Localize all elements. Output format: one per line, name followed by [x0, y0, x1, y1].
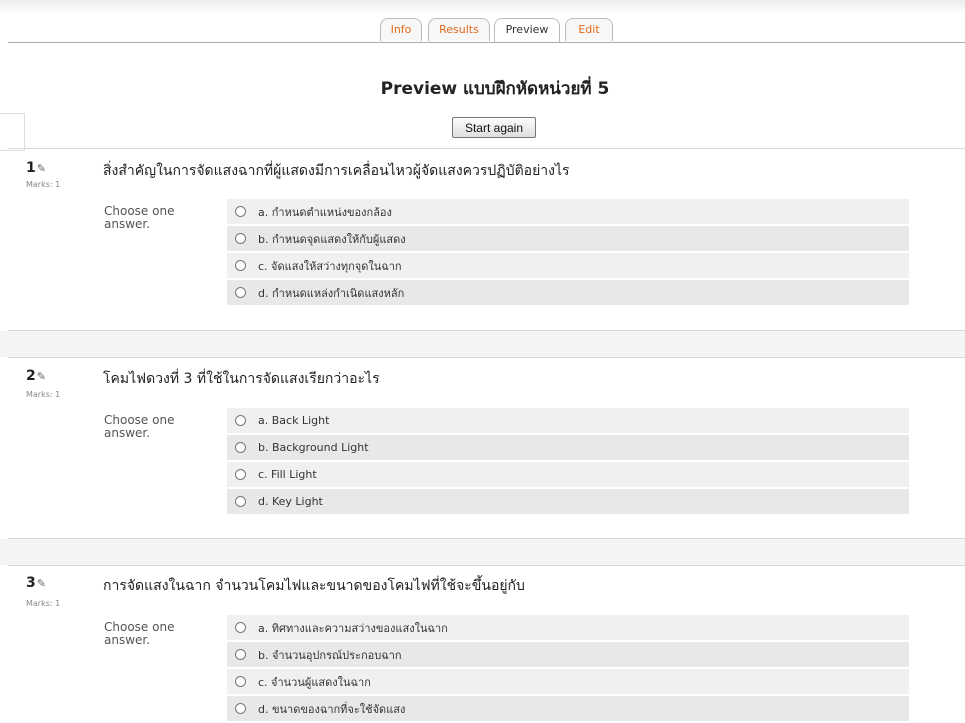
choose-one-label: Choose one answer. — [104, 204, 175, 231]
question-number: 2✎ — [26, 368, 46, 384]
radio-button[interactable] — [235, 287, 246, 298]
answer-option[interactable]: b. Background Light — [227, 435, 909, 460]
radio-button[interactable] — [235, 703, 246, 714]
radio-button[interactable] — [235, 442, 246, 453]
question-text: โคมไฟดวงที่ 3 ที่ใช้ในการจัดแสงเรียกว่าอ… — [103, 371, 380, 387]
radio-button[interactable] — [235, 469, 246, 480]
tab-results[interactable]: Results — [428, 18, 490, 41]
radio-button[interactable] — [235, 233, 246, 244]
question-number: 3✎ — [26, 575, 46, 591]
tab-divider — [8, 42, 965, 43]
divider — [8, 357, 965, 358]
answer-option[interactable]: c. Fill Light — [227, 462, 909, 487]
question-gap — [0, 331, 965, 357]
radio-button[interactable] — [235, 496, 246, 507]
choose-one-label: Choose one answer. — [104, 620, 175, 647]
answer-option[interactable]: a. Back Light — [227, 408, 909, 433]
edit-pencil-icon[interactable]: ✎ — [37, 162, 46, 175]
divider — [8, 148, 965, 149]
answer-list: a. กำหนดตำแหน่งของกล้อง b. กำหนดจุดแสดงใ… — [227, 199, 909, 307]
answer-option[interactable]: b. กำหนดจุดแสดงให้กับผู้แสดง — [227, 226, 909, 251]
tab-edit[interactable]: Edit — [565, 18, 613, 41]
start-again-button[interactable]: Start again — [452, 117, 536, 138]
answer-option[interactable]: a. กำหนดตำแหน่งของกล้อง — [227, 199, 909, 224]
divider — [8, 565, 965, 566]
radio-button[interactable] — [235, 649, 246, 660]
question-gap — [0, 539, 965, 565]
edit-pencil-icon[interactable]: ✎ — [37, 370, 46, 383]
side-block-edge — [0, 113, 25, 151]
page-title: Preview แบบฝึกหัดหน่วยที่ 5 — [380, 79, 610, 99]
tab-preview[interactable]: Preview — [494, 18, 560, 43]
top-shadow — [0, 0, 965, 14]
radio-button[interactable] — [235, 676, 246, 687]
answer-list: a. Back Light b. Background Light c. Fil… — [227, 408, 909, 516]
radio-button[interactable] — [235, 260, 246, 271]
marks-label: Marks: 1 — [26, 599, 61, 608]
answer-option[interactable]: d. Key Light — [227, 489, 909, 514]
question-text: สิ่งสำคัญในการจัดแสงฉากที่ผู้แสดงมีการเค… — [103, 163, 570, 179]
question-text: การจัดแสงในฉาก จำนวนโคมไฟและขนาดของโคมไฟ… — [103, 578, 525, 594]
tab-info[interactable]: Info — [380, 18, 422, 41]
answer-list: a. ทิศทางและความสว่างของแสงในฉาก b. จำนว… — [227, 615, 909, 723]
answer-option[interactable]: b. จำนวนอุปกรณ์ประกอบฉาก — [227, 642, 909, 667]
answer-option[interactable]: d. ขนาดของฉากที่จะใช้จัดแสง — [227, 696, 909, 721]
marks-label: Marks: 1 — [26, 390, 61, 399]
answer-option[interactable]: c. จำนวนผู้แสดงในฉาก — [227, 669, 909, 694]
tab-bar: Info Results Preview Edit — [0, 18, 965, 43]
radio-button[interactable] — [235, 206, 246, 217]
edit-pencil-icon[interactable]: ✎ — [37, 577, 46, 590]
marks-label: Marks: 1 — [26, 180, 61, 189]
radio-button[interactable] — [235, 622, 246, 633]
radio-button[interactable] — [235, 415, 246, 426]
answer-option[interactable]: c. จัดแสงให้สว่างทุกจุดในฉาก — [227, 253, 909, 278]
answer-option[interactable]: a. ทิศทางและความสว่างของแสงในฉาก — [227, 615, 909, 640]
answer-option[interactable]: d. กำหนดแหล่งกำเนิดแสงหลัก — [227, 280, 909, 305]
question-number: 1✎ — [26, 160, 46, 176]
choose-one-label: Choose one answer. — [104, 413, 175, 440]
